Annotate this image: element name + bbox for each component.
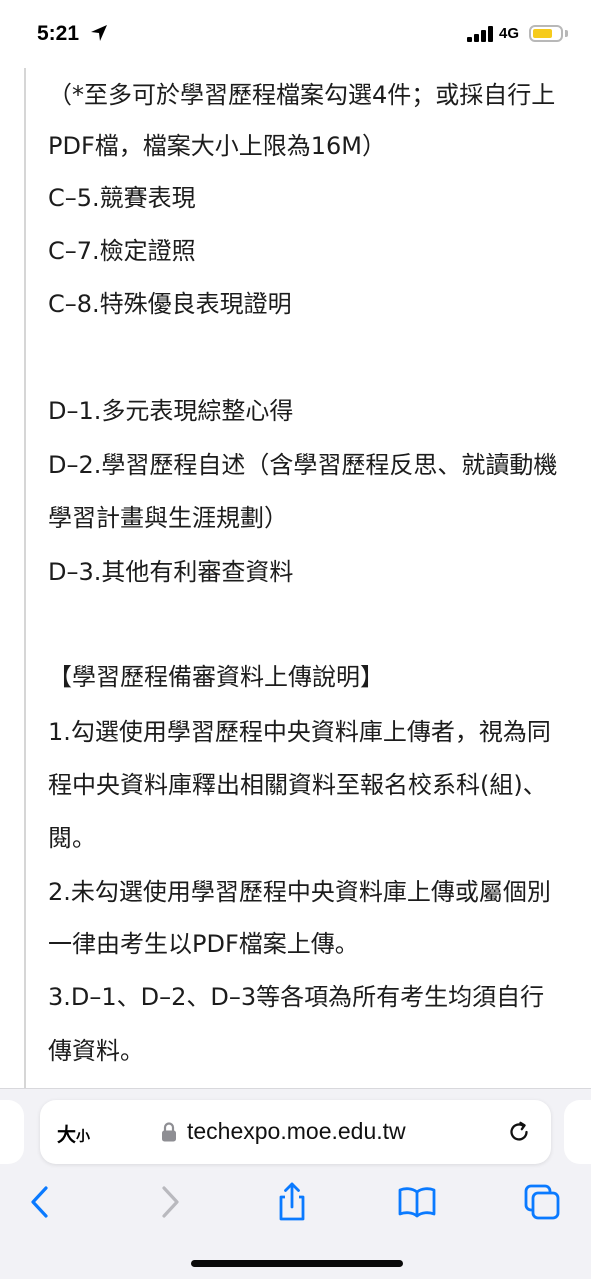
status-time: 5:21 — [37, 22, 80, 45]
next-tab-preview[interactable] — [564, 1100, 591, 1164]
reload-icon[interactable] — [506, 1119, 532, 1145]
lock-icon — [162, 1122, 176, 1142]
text-line: 閱。 — [48, 824, 96, 852]
address-bar[interactable]: 大小 techexpo.moe.edu.tw — [40, 1100, 551, 1164]
text-line: 2.未勾選使用學習歷程中央資料庫上傳或屬個別 — [48, 878, 551, 906]
bookmarks-icon[interactable] — [395, 1180, 439, 1224]
forward-icon[interactable] — [147, 1180, 191, 1224]
battery-tip — [565, 30, 568, 37]
text-line: C–7.檢定證照 — [48, 237, 196, 265]
text-line: 傳資料。 — [48, 1037, 144, 1065]
battery-level — [533, 29, 552, 38]
previous-tab-preview[interactable] — [0, 1100, 24, 1164]
browser-toolbar: 大小 techexpo.moe.edu.tw — [0, 1088, 591, 1279]
text-line: C–5.競賽表現 — [48, 184, 196, 212]
text-line: 3.D–1、D–2、D–3等各項為所有考生均須自行 — [48, 983, 545, 1011]
url-text[interactable]: techexpo.moe.edu.tw — [187, 1118, 406, 1145]
share-icon[interactable] — [270, 1180, 314, 1224]
network-type: 4G — [499, 25, 520, 42]
text-size-label-big: 大 — [57, 1125, 77, 1146]
text-line: D–2.學習歷程自述（含學習歷程反思、就讀動機 — [48, 451, 558, 479]
back-icon[interactable] — [19, 1180, 63, 1224]
location-arrow-icon — [91, 25, 107, 41]
text-line: 一律由考生以PDF檔案上傳。 — [48, 930, 359, 958]
text-line: （*至多可於學習歷程檔案勾選4件；或採自行上 — [48, 81, 556, 109]
text-line: D–1.多元表現綜整心得 — [48, 397, 294, 425]
text-size-button[interactable]: 大小 — [57, 1120, 90, 1147]
text-line: 學習計畫與生涯規劃） — [48, 504, 288, 532]
tabs-icon[interactable] — [520, 1180, 564, 1224]
text-size-label-small: 小 — [76, 1128, 91, 1144]
text-line: 1.勾選使用學習歷程中央資料庫上傳者，視為同 — [48, 718, 551, 746]
page-border — [24, 68, 26, 1088]
text-line: D–3.其他有利審查資料 — [48, 558, 294, 586]
text-line: C–8.特殊優良表現證明 — [48, 290, 292, 318]
text-line: PDF檔，檔案大小上限為16M） — [48, 132, 387, 160]
text-line: 程中央資料庫釋出相關資料至報名校系科(組)、 — [48, 771, 547, 799]
signal-icon — [467, 26, 493, 42]
section-heading: 【學習歷程備審資料上傳說明】 — [48, 663, 384, 691]
status-bar: 5:21 4G — [0, 0, 591, 70]
home-indicator[interactable] — [191, 1260, 403, 1267]
battery-icon — [529, 25, 563, 42]
web-content[interactable]: （*至多可於學習歷程檔案勾選4件；或採自行上 PDF檔，檔案大小上限為16M） … — [0, 68, 591, 1088]
